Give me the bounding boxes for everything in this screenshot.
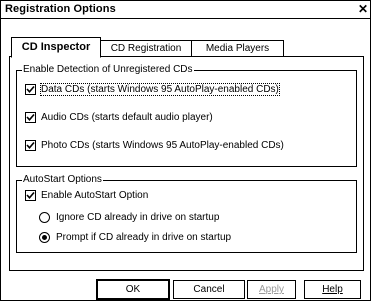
apply-button-label: Apply xyxy=(258,284,284,295)
cancel-button-label: Cancel xyxy=(193,284,225,295)
title-bar[interactable]: Registration Options ✕ xyxy=(1,1,370,19)
tab-cd-inspector[interactable]: CD Inspector xyxy=(11,37,101,58)
ignore-cd-radio[interactable] xyxy=(39,212,50,223)
detection-group-legend: Enable Detection of Unregistered CDs xyxy=(22,64,194,76)
tab-label: Media Players xyxy=(205,43,270,54)
cancel-button[interactable]: Cancel xyxy=(173,280,245,299)
tab-label: CD Registration xyxy=(110,43,182,54)
audio-cds-label: Audio CDs (starts default audio player) xyxy=(41,112,213,123)
ok-button[interactable]: OK xyxy=(96,279,170,300)
autostart-group: AutoStart Options Enable AutoStart Optio… xyxy=(16,174,357,253)
registration-options-dialog: Registration Options ✕ CD Inspector CD R… xyxy=(0,0,371,301)
data-cds-checkbox[interactable] xyxy=(25,84,36,95)
tab-panel-cd-inspector: Enable Detection of Unregistered CDs Dat… xyxy=(9,56,364,271)
enable-autostart-checkbox[interactable] xyxy=(25,190,36,201)
data-cds-label: Data CDs (starts Windows 95 AutoPlay-ena… xyxy=(40,83,280,96)
ok-button-label: OK xyxy=(125,284,141,295)
photo-cds-label: Photo CDs (starts Windows 95 AutoPlay-en… xyxy=(41,140,284,151)
checkmark-icon xyxy=(26,191,35,200)
close-icon[interactable]: ✕ xyxy=(358,2,368,16)
detection-group: Enable Detection of Unregistered CDs Dat… xyxy=(16,64,357,167)
help-button-label: Help xyxy=(322,284,343,295)
checkmark-icon xyxy=(26,141,35,150)
data-cds-checkbox-row[interactable]: Data CDs (starts Windows 95 AutoPlay-ena… xyxy=(25,83,280,96)
enable-autostart-label: Enable AutoStart Option xyxy=(41,190,149,201)
help-button[interactable]: Help xyxy=(304,280,361,299)
autostart-group-legend: AutoStart Options xyxy=(22,174,103,186)
prompt-cd-radio-row[interactable]: Prompt if CD already in drive on startup xyxy=(39,231,231,244)
tab-label: CD Inspector xyxy=(21,41,91,53)
tab-cd-registration[interactable]: CD Registration xyxy=(99,40,193,56)
audio-cds-checkbox[interactable] xyxy=(25,112,36,123)
checkmark-icon xyxy=(26,113,35,122)
ignore-cd-label: Ignore CD already in drive on startup xyxy=(56,212,220,223)
ignore-cd-radio-row[interactable]: Ignore CD already in drive on startup xyxy=(39,211,219,224)
window-title: Registration Options xyxy=(5,3,116,15)
checkmark-icon xyxy=(26,85,35,94)
prompt-cd-radio[interactable] xyxy=(39,232,50,243)
prompt-cd-label: Prompt if CD already in drive on startup xyxy=(56,232,232,243)
audio-cds-checkbox-row[interactable]: Audio CDs (starts default audio player) xyxy=(25,111,213,124)
enable-autostart-checkbox-row[interactable]: Enable AutoStart Option xyxy=(25,189,148,202)
tab-media-players[interactable]: Media Players xyxy=(191,40,284,56)
photo-cds-checkbox[interactable] xyxy=(25,140,36,151)
radio-selected-dot xyxy=(42,235,47,240)
apply-button[interactable]: Apply xyxy=(247,280,296,299)
photo-cds-checkbox-row[interactable]: Photo CDs (starts Windows 95 AutoPlay-en… xyxy=(25,139,284,152)
